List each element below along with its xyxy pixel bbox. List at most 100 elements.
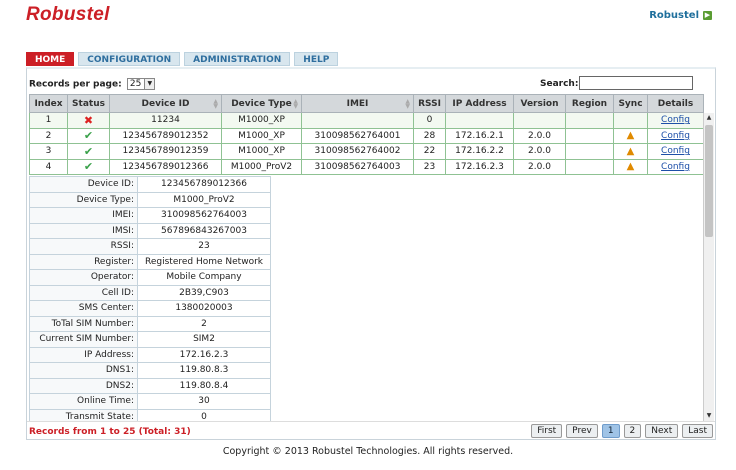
scroll-down-icon[interactable]: ▼ xyxy=(704,411,714,421)
cell-rssi: 23 xyxy=(413,158,446,175)
chevron-down-icon[interactable]: ▼ xyxy=(144,79,155,89)
cell-sync: ▲ xyxy=(613,127,648,144)
cell-device-type: M1000_XP xyxy=(221,143,302,160)
col-ip-address[interactable]: IP Address xyxy=(445,94,514,113)
detail-row: Device Type: M1000_ProV2 xyxy=(29,191,271,208)
grid-footer: Records from 1 to 25 (Total: 31) First P… xyxy=(27,421,715,441)
page-2-button[interactable]: 2 xyxy=(623,424,642,438)
cell-version: 2.0.0 xyxy=(513,143,566,160)
col-region[interactable]: Region xyxy=(565,94,614,113)
col-device-id[interactable]: Device ID ▲ ▼ xyxy=(109,94,222,113)
detail-row: IMEI: 310098562764003 xyxy=(29,207,271,224)
cell-sync: ▲ xyxy=(613,158,648,175)
tab-configuration[interactable]: CONFIGURATION xyxy=(78,52,181,66)
scroll-thumb[interactable] xyxy=(705,125,713,237)
check-icon: ✔ xyxy=(83,129,94,143)
table-row[interactable]: 1 ✖ 11234 M1000_XP 0 Config xyxy=(29,112,704,129)
col-imei[interactable]: IMEI ▲ ▼ xyxy=(301,94,414,113)
cross-icon: ✖ xyxy=(83,113,94,127)
detail-key: Online Time: xyxy=(29,393,138,410)
cell-status: ✔ xyxy=(67,158,110,175)
table-header: Index Status Device ID ▲ ▼ Device Type ▲ ▼ I… xyxy=(29,94,704,113)
cell-status: ✔ xyxy=(67,127,110,144)
records-per-page-select[interactable]: 25 ▼ xyxy=(126,78,156,90)
detail-row: ToTal SIM Number: 2 xyxy=(29,315,271,332)
cell-region xyxy=(565,112,614,129)
page-prev-button[interactable]: Prev xyxy=(566,424,598,438)
col-rssi[interactable]: RSSI xyxy=(413,94,446,113)
detail-key: Device Type: xyxy=(29,191,138,208)
cell-rssi: 22 xyxy=(413,143,446,160)
table-row[interactable]: 3 ✔ 123456789012359 M1000_XP 31009856276… xyxy=(29,143,704,160)
detail-value: 2B39,C903 xyxy=(137,284,271,301)
page-first-button[interactable]: First xyxy=(531,424,563,438)
grid-toolbar: Records per page: 25 ▼ Search: xyxy=(27,75,715,93)
detail-value: Mobile Company xyxy=(137,269,271,286)
records-per-page-value: 25 xyxy=(129,79,142,89)
col-version[interactable]: Version xyxy=(513,94,566,113)
cell-index: 3 xyxy=(29,143,68,160)
detail-value: 30 xyxy=(137,393,271,410)
cell-device-id: 123456789012352 xyxy=(109,127,222,144)
detail-key: Cell ID: xyxy=(29,284,138,301)
config-link[interactable]: Config xyxy=(661,131,690,141)
detail-key: DNS2: xyxy=(29,377,138,394)
sort-icon: ▲ ▼ xyxy=(293,98,298,110)
cell-device-type: M1000_ProV2 xyxy=(221,158,302,175)
page-next-button[interactable]: Next xyxy=(645,424,679,438)
col-status[interactable]: Status xyxy=(67,94,110,113)
user-link[interactable]: Robustel ▶ xyxy=(649,10,712,21)
tab-help[interactable]: HELP xyxy=(294,52,339,66)
records-per-page-label: Records per page: xyxy=(29,79,122,90)
cell-details: Config xyxy=(647,112,704,129)
device-table: Index Status Device ID ▲ ▼ Device Type ▲ ▼ I… xyxy=(29,94,704,175)
detail-key: Operator: xyxy=(29,269,138,286)
cell-ip: 172.16.2.1 xyxy=(445,127,514,144)
col-sync[interactable]: Sync xyxy=(613,94,648,113)
cell-ip: 172.16.2.2 xyxy=(445,143,514,160)
logout-icon[interactable]: ▶ xyxy=(703,11,712,20)
cell-details: Config xyxy=(647,158,704,175)
config-link[interactable]: Config xyxy=(661,162,690,172)
cell-sync: ▲ xyxy=(613,143,648,160)
detail-value: 119.80.8.3 xyxy=(137,362,271,379)
vertical-scrollbar[interactable]: ▲ ▼ xyxy=(703,113,714,421)
sort-icon: ▲ ▼ xyxy=(213,98,218,110)
copyright: Copyright © 2013 Robustel Technologies. … xyxy=(222,446,514,457)
sort-icon: ▲ ▼ xyxy=(405,98,410,110)
cell-region xyxy=(565,158,614,175)
detail-row: IMSI: 567896843267003 xyxy=(29,222,271,239)
cell-status: ✔ xyxy=(67,143,110,160)
config-link[interactable]: Config xyxy=(661,146,690,156)
user-name[interactable]: Robustel xyxy=(649,10,699,21)
cell-version: 2.0.0 xyxy=(513,127,566,144)
col-index[interactable]: Index xyxy=(29,94,68,113)
cell-ip xyxy=(445,112,514,129)
detail-scroll-area[interactable]: Device ID: 123456789012366 Device Type: M1… xyxy=(27,175,707,421)
page-1-button[interactable]: 1 xyxy=(601,424,620,438)
detail-key: IMSI: xyxy=(29,222,138,239)
check-icon: ✔ xyxy=(83,144,94,158)
cell-device-id: 123456789012366 xyxy=(109,158,222,175)
col-details[interactable]: Details xyxy=(647,94,704,113)
cell-ip: 172.16.2.3 xyxy=(445,158,514,175)
detail-key: ToTal SIM Number: xyxy=(29,315,138,332)
table-row[interactable]: 4 ✔ 123456789012366 M1000_ProV2 31009856… xyxy=(29,158,704,175)
search-input[interactable] xyxy=(579,76,693,90)
cell-index: 1 xyxy=(29,112,68,129)
records-per-page: Records per page: 25 ▼ xyxy=(29,78,156,90)
col-device-type[interactable]: Device Type ▲ ▼ xyxy=(221,94,302,113)
detail-row: Transmit State: 0 xyxy=(29,408,271,421)
config-link[interactable]: Config xyxy=(661,115,690,125)
scroll-up-icon[interactable]: ▲ xyxy=(704,113,714,123)
detail-row: Online Time: 30 xyxy=(29,393,271,410)
table-row[interactable]: 2 ✔ 123456789012352 M1000_XP 31009856276… xyxy=(29,127,704,144)
tab-administration[interactable]: ADMINISTRATION xyxy=(184,52,291,66)
detail-row: RSSI: 23 xyxy=(29,238,271,255)
page-last-button[interactable]: Last xyxy=(682,424,713,438)
detail-value: 310098562764003 xyxy=(137,207,271,224)
detail-row: DNS2: 119.80.8.4 xyxy=(29,377,271,394)
cell-version xyxy=(513,112,566,129)
detail-key: SMS Center: xyxy=(29,300,138,317)
tab-home[interactable]: HOME xyxy=(26,52,75,66)
